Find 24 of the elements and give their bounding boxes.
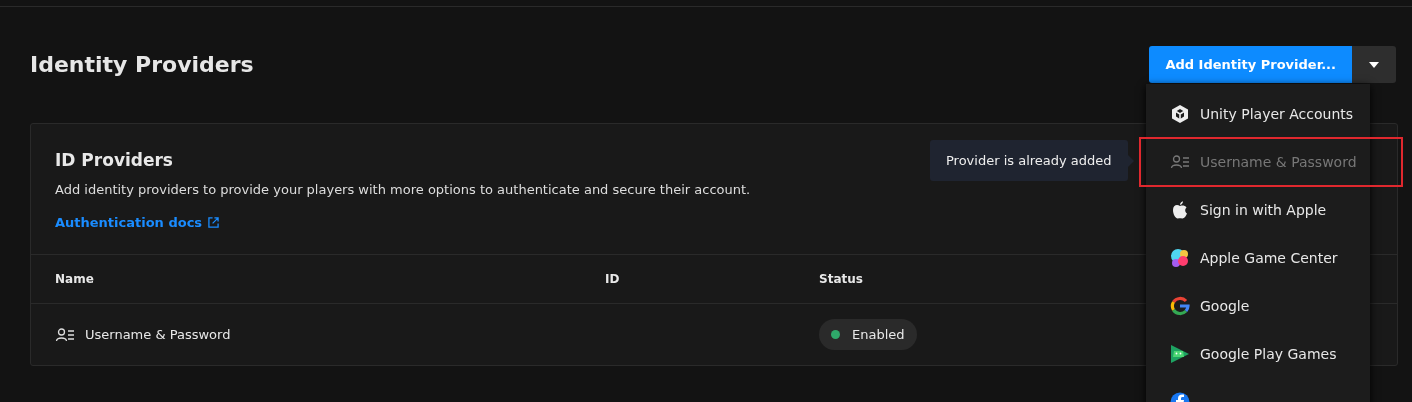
- bubbles-icon: [1170, 248, 1190, 268]
- caret-icon: [1369, 61, 1379, 68]
- column-header: Status: [819, 272, 864, 286]
- status-pill: Enabled: [819, 319, 917, 350]
- menu-item[interactable]: Sign in with Apple: [1146, 186, 1370, 234]
- menu-item[interactable]: Google: [1146, 282, 1370, 330]
- menu-item[interactable]: Google Play Games: [1146, 330, 1370, 378]
- cube-icon: [1170, 104, 1190, 124]
- card-title: ID Providers: [55, 150, 173, 170]
- table-cell: Username & Password: [85, 327, 231, 342]
- apple-icon: [1170, 200, 1190, 220]
- dropdown-button[interactable]: [1352, 46, 1396, 83]
- menu-item[interactable]: Unity Player Accounts: [1146, 90, 1370, 138]
- tooltip-pointer-icon: [1127, 154, 1134, 167]
- page-title: Identity Providers: [30, 52, 254, 77]
- column-header: Name: [55, 272, 95, 286]
- card-description: Add identity providers to provide your players with more options to authenticate and secure their account.: [55, 182, 752, 197]
- external-link-icon: [208, 217, 220, 228]
- docs-link[interactable]: Authentication docs: [55, 215, 220, 230]
- play-games-icon: [1170, 344, 1190, 364]
- google-g-icon: [1170, 296, 1190, 316]
- menu-item[interactable]: Apple Game Center: [1146, 234, 1370, 282]
- column-header: ID: [605, 272, 621, 286]
- tooltip: Provider is already added: [930, 140, 1128, 181]
